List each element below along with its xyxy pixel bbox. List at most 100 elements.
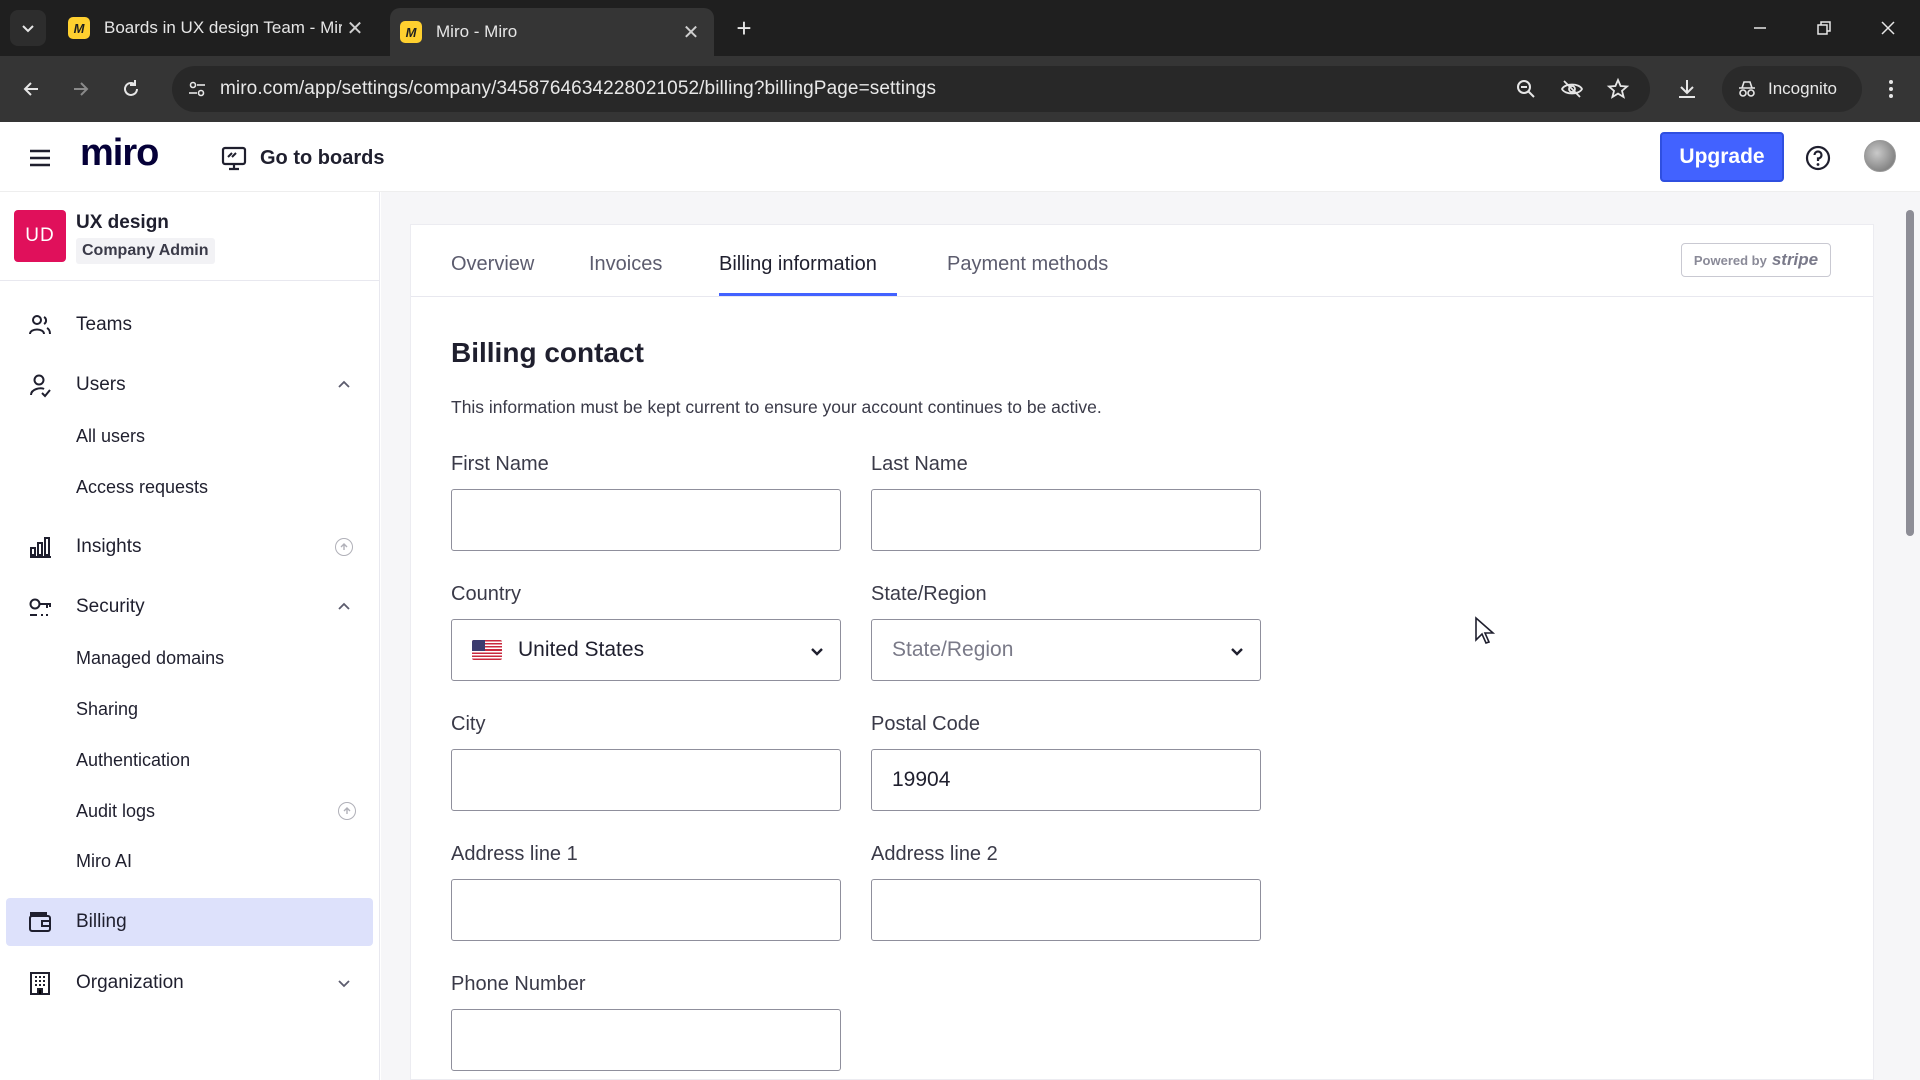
- chevron-up-icon: [338, 602, 350, 610]
- restore-icon: [1817, 21, 1831, 35]
- sidebar-item-insights[interactable]: Insights: [6, 523, 373, 571]
- upgrade-arrow-icon: [335, 538, 353, 556]
- sidebar-item-managed-domains[interactable]: Managed domains: [76, 638, 366, 678]
- minimize-icon: [1754, 27, 1766, 29]
- postal-code-field[interactable]: 19904: [871, 749, 1261, 811]
- close-icon[interactable]: ✕: [678, 19, 704, 45]
- go-to-boards-link[interactable]: Go to boards: [220, 142, 384, 174]
- address-line-1-field[interactable]: [451, 879, 841, 941]
- chevron-down-icon: [1231, 648, 1243, 656]
- tab-search-button[interactable]: [10, 10, 46, 46]
- insights-icon: [30, 537, 51, 558]
- sidebar-item-label: Audit logs: [76, 800, 156, 821]
- sidebar-item-organization[interactable]: Organization: [6, 959, 373, 1007]
- organization-icon: [30, 972, 50, 995]
- chevron-down-icon: [811, 648, 823, 656]
- security-icon: [29, 598, 51, 616]
- arrow-right-icon: [74, 82, 89, 96]
- reload-button[interactable]: [114, 72, 148, 106]
- arrow-left-icon: [23, 82, 38, 96]
- chevron-down-icon: [338, 980, 350, 988]
- state-placeholder: State/Region: [892, 638, 1014, 661]
- city-field[interactable]: [451, 749, 841, 811]
- browser-tab-miro[interactable]: M Miro - Miro ✕: [390, 8, 714, 56]
- browser-tab-boards[interactable]: M Boards in UX design Team - Miro ✕: [58, 8, 378, 48]
- incognito-badge[interactable]: Incognito: [1722, 66, 1862, 112]
- org-switcher[interactable]: UD UX design Company Admin: [14, 210, 364, 276]
- sidebar-item-miro-ai[interactable]: Miro AI: [76, 841, 366, 881]
- sidebar-item-audit-logs[interactable]: Audit logs: [76, 791, 366, 831]
- site-settings-icon[interactable]: [186, 78, 208, 100]
- star-icon[interactable]: [1606, 77, 1630, 101]
- sidebar-item-access-requests[interactable]: Access requests: [76, 467, 366, 507]
- section-description: This information must be kept current to…: [451, 397, 1102, 417]
- tab-overview[interactable]: Overview: [451, 253, 534, 276]
- close-icon[interactable]: ✕: [342, 15, 368, 41]
- restore-button[interactable]: [1804, 12, 1844, 44]
- reload-icon: [124, 80, 138, 96]
- mouse-cursor-icon: [1475, 616, 1496, 644]
- downloads-button[interactable]: [1670, 72, 1704, 106]
- miro-logo[interactable]: miro: [80, 132, 159, 175]
- sidebar-item-users[interactable]: Users: [6, 361, 373, 409]
- upgrade-button[interactable]: Upgrade: [1660, 132, 1784, 182]
- address-bar[interactable]: miro.com/app/settings/company/3458764634…: [172, 66, 1650, 112]
- close-icon: [1881, 21, 1895, 35]
- back-button[interactable]: [14, 72, 48, 106]
- url-text: miro.com/app/settings/company/3458764634…: [220, 78, 937, 99]
- billing-card: Overview Invoices Billing information Pa…: [410, 224, 1874, 1080]
- last-name-field[interactable]: [871, 489, 1261, 551]
- user-avatar[interactable]: [1864, 140, 1896, 172]
- browser-menu-button[interactable]: [1874, 72, 1908, 106]
- menu-icon[interactable]: [26, 144, 54, 172]
- address-line-2-field[interactable]: [871, 879, 1261, 941]
- users-icon: [30, 374, 51, 398]
- us-flag-icon: [472, 640, 502, 660]
- help-icon[interactable]: [1804, 144, 1832, 172]
- eye-off-icon[interactable]: [1560, 77, 1584, 101]
- last-name-label: Last Name: [871, 453, 968, 475]
- forward-button[interactable]: [64, 72, 98, 106]
- tab-payment-methods[interactable]: Payment methods: [947, 253, 1108, 276]
- address-line-2-label: Address line 2: [871, 843, 998, 865]
- phone-number-field[interactable]: [451, 1009, 841, 1071]
- browser-toolbar: miro.com/app/settings/company/3458764634…: [0, 56, 1920, 122]
- sidebar-item-authentication[interactable]: Authentication: [76, 740, 366, 780]
- tab-billing-information[interactable]: Billing information: [719, 253, 877, 276]
- sidebar-item-sharing[interactable]: Sharing: [76, 689, 366, 729]
- settings-sidebar: UD UX design Company Admin Teams Users A…: [0, 192, 380, 1080]
- upgrade-arrow-icon: [338, 802, 356, 820]
- tab-invoices[interactable]: Invoices: [589, 253, 662, 276]
- minimize-button[interactable]: [1740, 12, 1780, 44]
- sidebar-item-label: Billing: [76, 911, 127, 932]
- state-label: State/Region: [871, 583, 987, 605]
- postal-code-label: Postal Code: [871, 713, 980, 735]
- teams-icon: [29, 315, 51, 335]
- zoom-icon[interactable]: [1514, 77, 1538, 101]
- org-name: UX design: [76, 212, 169, 233]
- section-title: Billing contact: [451, 337, 644, 368]
- go-to-boards-label: Go to boards: [260, 146, 385, 169]
- billing-icon: [29, 912, 51, 932]
- new-tab-button[interactable]: +: [730, 13, 758, 43]
- window-close-button[interactable]: [1868, 12, 1908, 44]
- chevron-up-icon: [338, 380, 350, 388]
- org-role-badge: Company Admin: [76, 238, 215, 264]
- country-select[interactable]: United States: [451, 619, 841, 681]
- sidebar-item-teams[interactable]: Teams: [6, 301, 373, 349]
- browser-tab-bar: M Boards in UX design Team - Miro ✕ M Mi…: [0, 0, 1920, 56]
- sidebar-item-label: Security: [76, 596, 145, 617]
- sidebar-divider: [0, 280, 379, 281]
- state-select[interactable]: State/Region: [871, 619, 1261, 681]
- sidebar-item-security[interactable]: Security: [6, 583, 373, 631]
- incognito-label: Incognito: [1768, 79, 1837, 98]
- address-line-1-label: Address line 1: [451, 843, 578, 865]
- phone-number-label: Phone Number: [451, 973, 586, 995]
- sidebar-item-all-users[interactable]: All users: [76, 416, 366, 456]
- sidebar-item-billing[interactable]: Billing: [6, 898, 373, 946]
- powered-by-stripe-badge[interactable]: Powered by stripe: [1681, 243, 1831, 277]
- scrollbar-thumb[interactable]: [1906, 210, 1914, 536]
- first-name-field[interactable]: [451, 489, 841, 551]
- sidebar-item-label: Organization: [76, 972, 184, 993]
- miro-favicon-icon: M: [68, 17, 90, 39]
